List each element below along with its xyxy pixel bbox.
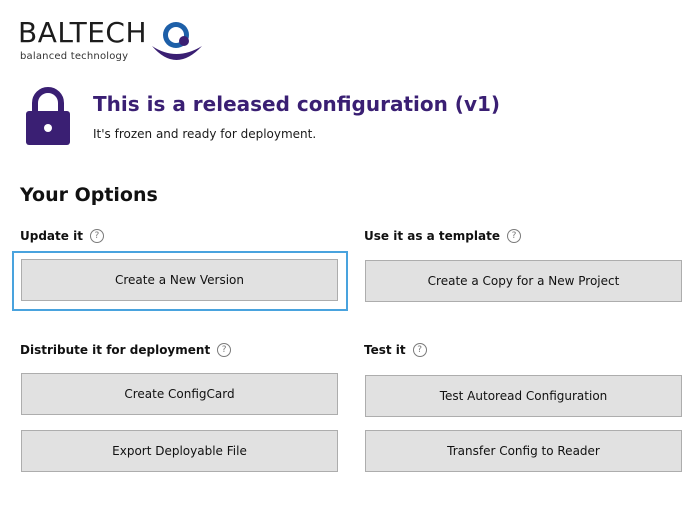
section-template: Use it as a template ? xyxy=(364,229,521,243)
logo-tagline: balanced technology xyxy=(20,51,129,62)
section-test: Test it ? xyxy=(364,343,427,357)
section-update: Update it ? xyxy=(20,229,104,243)
help-icon[interactable]: ? xyxy=(506,229,521,243)
create-configcard-button[interactable]: Create ConfigCard xyxy=(21,373,338,415)
help-icon[interactable]: ? xyxy=(217,343,232,357)
section-distribute-label: Distribute it for deployment xyxy=(20,343,211,357)
create-new-version-button[interactable]: Create a New Version xyxy=(21,259,338,301)
page-subtitle: It's frozen and ready for deployment. xyxy=(93,127,317,141)
page-title: This is a released configuration (v1) xyxy=(93,92,501,116)
logo-wordmark: BALTECH xyxy=(18,16,148,49)
options-heading: Your Options xyxy=(20,184,158,206)
baltech-logo: BALTECH balanced technology xyxy=(18,14,218,70)
lock-icon xyxy=(26,87,70,145)
transfer-config-button[interactable]: Transfer Config to Reader xyxy=(365,430,682,472)
help-icon[interactable]: ? xyxy=(89,229,104,243)
help-icon[interactable]: ? xyxy=(412,343,427,357)
test-autoread-button[interactable]: Test Autoread Configuration xyxy=(365,375,682,417)
section-template-label: Use it as a template xyxy=(364,229,500,243)
export-deployable-file-button[interactable]: Export Deployable File xyxy=(21,430,338,472)
section-test-label: Test it xyxy=(364,343,406,357)
create-copy-button[interactable]: Create a Copy for a New Project xyxy=(365,260,682,302)
logo-mark-icon xyxy=(152,22,202,60)
section-distribute: Distribute it for deployment ? xyxy=(20,343,232,357)
section-update-label: Update it xyxy=(20,229,83,243)
